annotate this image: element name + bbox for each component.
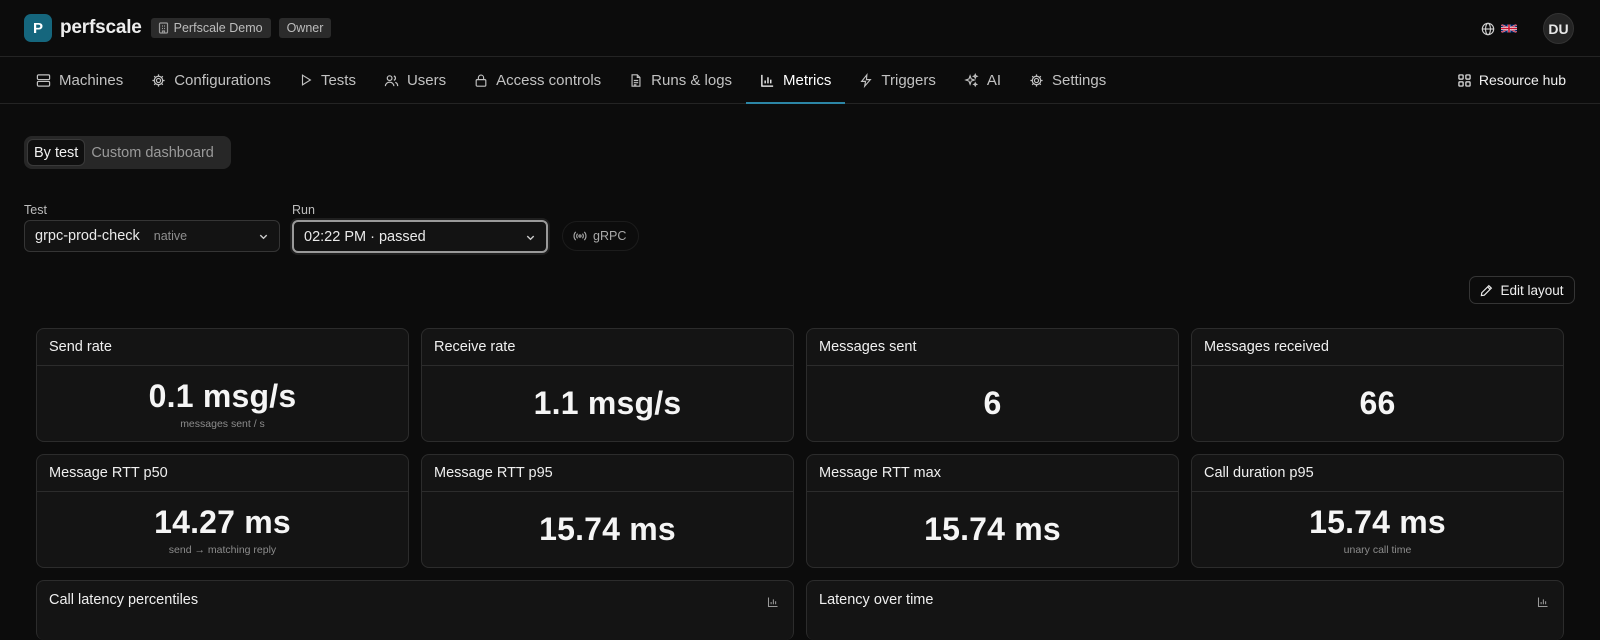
pencil-icon xyxy=(1481,284,1493,296)
view-toggle: By test Custom dashboard xyxy=(24,136,231,169)
chart-panel-latency-over-time: Latency over time xyxy=(806,580,1564,640)
card-title: Message RTT p95 xyxy=(422,455,793,492)
top-bar: P perfscale Perfscale Demo Owner DU xyxy=(0,0,1600,57)
nav-item-ai[interactable]: AI xyxy=(950,57,1015,103)
metric-value: 0.1 msg/s xyxy=(148,377,297,414)
gear-icon xyxy=(152,73,165,87)
metric-value: 1.1 msg/s xyxy=(533,385,682,421)
app-logo[interactable]: P xyxy=(24,14,52,42)
metric-value: 15.74 ms xyxy=(924,511,1061,547)
nav-label: Tests xyxy=(320,71,356,89)
nav-label: Metrics xyxy=(783,71,832,89)
metric-value: 6 xyxy=(983,385,1002,421)
nav-item-machines[interactable]: Machines xyxy=(24,57,137,103)
chart-panel-call-latency-percentiles: Call latency percentiles xyxy=(36,580,794,640)
org-name: Perfscale Demo xyxy=(173,21,263,35)
nav-label: Triggers xyxy=(881,71,936,89)
nav-label: Settings xyxy=(1052,71,1107,89)
chart-panel-title: Call latency percentiles xyxy=(49,591,199,608)
sparkles-icon xyxy=(964,72,979,87)
metric-value: 66 xyxy=(1359,385,1396,421)
metric-card-messages-sent: Messages sent 6 xyxy=(806,328,1179,442)
nav-label: Configurations xyxy=(174,71,271,89)
test-select[interactable]: grpc-prod-check native xyxy=(24,220,280,252)
role-badge: Owner xyxy=(278,18,332,38)
metric-card-call-duration-p95: Call duration p95 15.74 ms unary call ti… xyxy=(1191,454,1564,568)
metric-card-receive-rate: Receive rate 1.1 msg/s xyxy=(421,328,794,442)
metric-card-send-rate: Send rate 0.1 msg/s messages sent / s xyxy=(36,328,409,442)
broadcast-icon xyxy=(573,231,587,241)
nav-item-access-controls[interactable]: Access controls xyxy=(460,57,615,103)
chart-panel-title: Latency over time xyxy=(819,591,934,608)
top-right-controls: DU xyxy=(1481,13,1574,44)
test-field-label: Test xyxy=(24,203,47,217)
nav-label: Runs & logs xyxy=(651,71,733,89)
edit-layout-button[interactable]: Edit layout xyxy=(1469,276,1575,304)
protocol-badge: gRPC xyxy=(562,221,640,251)
server-icon xyxy=(36,73,51,87)
run-select[interactable]: 02:22 PM · passed xyxy=(292,220,548,253)
protocol-label: gRPC xyxy=(593,229,627,243)
nav-item-triggers[interactable]: Triggers xyxy=(845,57,949,103)
bar-chart-icon[interactable] xyxy=(767,596,779,608)
document-icon xyxy=(631,73,641,87)
nav-item-configurations[interactable]: Configurations xyxy=(137,57,285,103)
metric-subtitle: send → matching reply xyxy=(168,543,277,556)
chevron-down-icon xyxy=(526,235,535,241)
metric-card-rtt-max: Message RTT max 15.74 ms xyxy=(806,454,1179,568)
uk-flag-icon[interactable] xyxy=(1501,23,1517,34)
card-title: Receive rate xyxy=(422,329,793,366)
card-title: Call duration p95 xyxy=(1192,455,1563,492)
grid-icon xyxy=(1458,73,1471,87)
nav-label: AI xyxy=(986,71,1002,89)
card-title: Messages sent xyxy=(807,329,1178,366)
bar-chart-icon xyxy=(761,74,774,87)
main-nav: Machines Configurations Tests Users Acce… xyxy=(0,57,1600,104)
play-icon xyxy=(301,74,312,86)
gear-icon xyxy=(1030,73,1043,87)
app-name[interactable]: perfscale xyxy=(60,17,142,39)
metric-card-rtt-p50: Message RTT p50 14.27 ms send → matching… xyxy=(36,454,409,568)
test-select-value: grpc-prod-check xyxy=(35,228,140,244)
nav-label: Machines xyxy=(59,71,124,89)
card-title: Send rate xyxy=(37,329,408,366)
toggle-custom-dashboard[interactable]: Custom dashboard xyxy=(85,139,220,166)
nav-item-users[interactable]: Users xyxy=(370,57,460,103)
resource-hub-button[interactable]: Resource hub xyxy=(1458,57,1566,103)
metric-value: 14.27 ms xyxy=(154,503,291,540)
user-avatar[interactable]: DU xyxy=(1543,13,1574,44)
lightning-icon xyxy=(860,72,873,88)
edit-layout-label: Edit layout xyxy=(1500,282,1564,298)
toggle-by-test[interactable]: By test xyxy=(27,139,86,166)
metric-value: 15.74 ms xyxy=(539,511,676,547)
metric-value: 15.74 ms xyxy=(1309,503,1446,540)
card-title: Message RTT max xyxy=(807,455,1178,492)
run-field-label: Run xyxy=(292,203,315,217)
globe-icon[interactable] xyxy=(1481,22,1495,36)
card-title: Message RTT p50 xyxy=(37,455,408,492)
card-title: Messages received xyxy=(1192,329,1563,366)
users-icon xyxy=(384,74,399,86)
nav-item-settings[interactable]: Settings xyxy=(1015,57,1120,103)
nav-label: Access controls xyxy=(496,71,602,89)
chevron-down-icon xyxy=(259,234,268,240)
run-select-value: 02:22 PM · passed xyxy=(304,228,426,245)
metric-card-rtt-p95: Message RTT p95 15.74 ms xyxy=(421,454,794,568)
bar-chart-icon[interactable] xyxy=(1537,596,1549,608)
nav-item-metrics[interactable]: Metrics xyxy=(746,57,846,104)
nav-item-runs-logs[interactable]: Runs & logs xyxy=(615,57,746,103)
metric-subtitle: messages sent / s xyxy=(180,417,265,430)
nav-item-tests[interactable]: Tests xyxy=(285,57,370,103)
metric-card-messages-received: Messages received 66 xyxy=(1191,328,1564,442)
lock-icon xyxy=(475,74,487,87)
metric-subtitle: unary call time xyxy=(1343,543,1412,556)
resource-hub-label: Resource hub xyxy=(1478,72,1566,88)
nav-label: Users xyxy=(406,71,447,89)
org-badge[interactable]: Perfscale Demo xyxy=(150,18,271,38)
building-icon xyxy=(158,22,168,34)
test-runtime-tag: native xyxy=(153,229,188,243)
